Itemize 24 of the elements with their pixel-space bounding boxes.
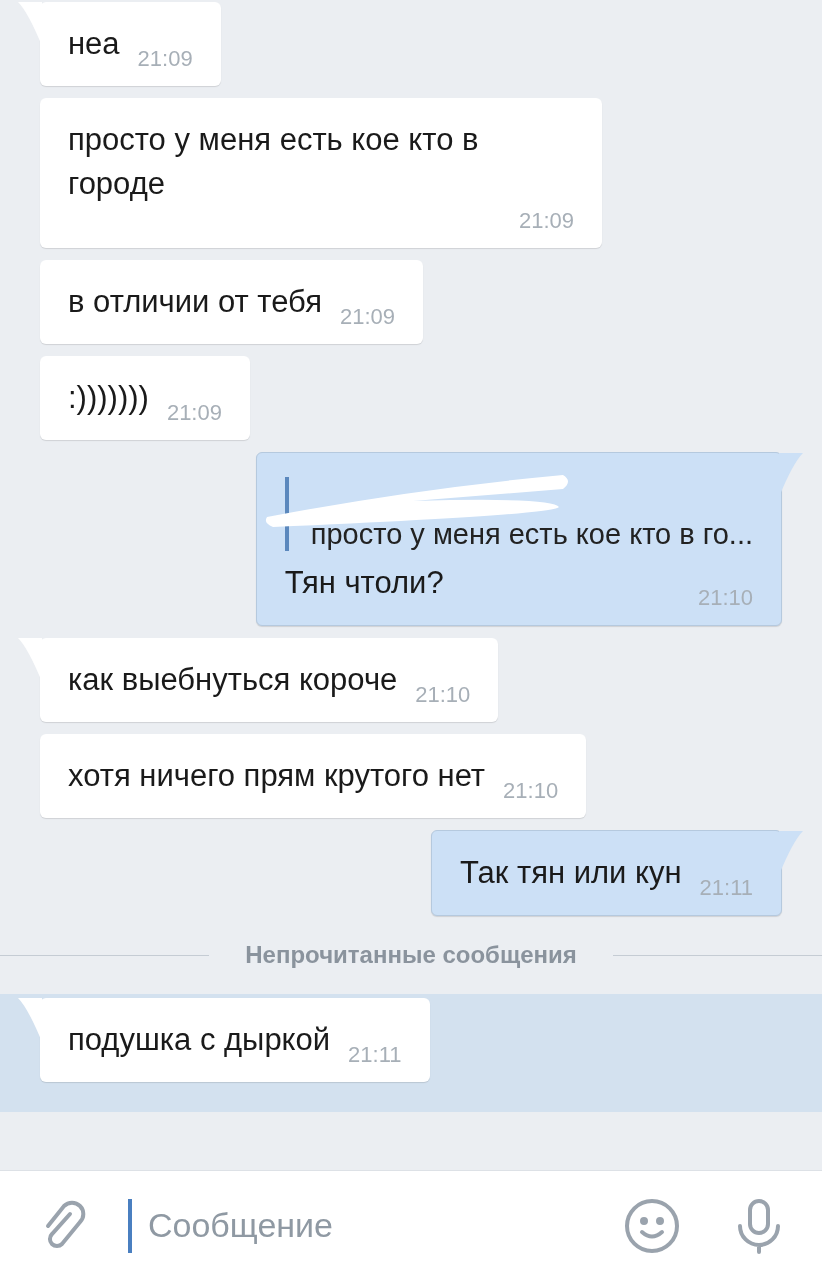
message-text: Так тян или кун <box>460 854 682 892</box>
smiley-icon[interactable] <box>624 1197 680 1254</box>
message-text: как выебнуться короче <box>68 661 398 699</box>
quoted-message: просто у меня есть кое кто в го... <box>310 517 753 551</box>
message-input[interactable]: Сообщение <box>148 1200 608 1251</box>
message-time: 21:10 <box>503 777 559 805</box>
message-time: 21:11 <box>348 1041 402 1069</box>
message-text: хотя ничего прям крутого нет <box>68 757 486 795</box>
composer-bar[interactable]: Сообщение <box>0 1170 822 1280</box>
message-time: 21:09 <box>166 399 222 427</box>
message-text: :))))))) <box>68 379 149 417</box>
message-time: 21:09 <box>518 207 574 235</box>
microphone-icon[interactable] <box>736 1197 782 1254</box>
message-text: неа <box>68 25 120 63</box>
message-text: просто у меня есть кое кто в городе <box>68 121 480 203</box>
message-time: 21:09 <box>339 303 395 331</box>
message-text: подушка с дыркой <box>68 1021 331 1059</box>
message-text: Тян чтоли? <box>284 564 444 602</box>
message-time: 21:11 <box>699 874 753 902</box>
message-time: 21:10 <box>415 681 471 709</box>
unread-divider-label: Непрочитанные сообщения <box>245 940 577 970</box>
message-text: в отличии от тебя <box>68 283 322 321</box>
message-time: 21:09 <box>137 45 193 73</box>
message-time: 21:10 <box>697 584 753 612</box>
